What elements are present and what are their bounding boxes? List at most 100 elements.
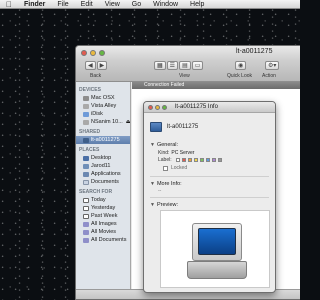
quicklook-label: Quick Look [227, 73, 253, 79]
action-label: Action [262, 73, 276, 79]
sidebar-item-label: Today [91, 197, 106, 203]
divider [150, 197, 269, 198]
general-section-toggle[interactable]: ▼ General: [144, 141, 275, 149]
label-none-swatch[interactable] [175, 157, 180, 162]
sidebar-item-all-documents[interactable]: All Documents [76, 236, 130, 244]
sidebar-item-label: Yesterday [91, 205, 116, 211]
label-swatch[interactable] [205, 157, 210, 162]
server-icon [150, 122, 162, 132]
sidebar-item-desktop[interactable]: Desktop [76, 154, 130, 162]
divider [150, 176, 269, 177]
clock-icon [83, 213, 89, 219]
sidebar-item-label: iDisk [91, 111, 103, 117]
info-header: lt-a0011275 [144, 113, 275, 141]
gear-icon[interactable]: ⚙▾ [265, 61, 280, 70]
clock-icon [83, 205, 89, 211]
monitor-screen [198, 228, 236, 255]
sidebar-header-places: PLACES [79, 147, 100, 153]
view-label: View [179, 73, 190, 79]
minimize-button[interactable] [155, 104, 160, 110]
general-label: General: [156, 142, 179, 148]
smart-folder-icon [83, 221, 89, 227]
sidebar-item-label: Vista Alley [91, 103, 117, 109]
forward-button[interactable]: ▶ [96, 61, 108, 70]
sidebar-item-documents[interactable]: Documents [76, 178, 130, 186]
eye-icon[interactable]: ◉ [235, 61, 247, 70]
menu-window[interactable]: Window [153, 1, 178, 8]
back-button[interactable]: ◀ [85, 61, 96, 70]
menu-edit[interactable]: Edit [81, 1, 93, 8]
label-swatch[interactable] [181, 157, 186, 162]
label-swatch[interactable] [187, 157, 192, 162]
menu-go[interactable]: Go [132, 1, 141, 8]
sidebar-item-applications[interactable]: Applications [76, 170, 130, 178]
sidebar-item-label: NSanim 10... [91, 119, 123, 125]
preview-section-toggle[interactable]: ▼ Preview: [144, 201, 275, 209]
menu-view[interactable]: View [105, 1, 120, 8]
zoom-button[interactable] [162, 104, 167, 110]
menu-help[interactable]: Help [190, 1, 204, 8]
sidebar-item-idisk[interactable]: iDisk [76, 110, 130, 118]
sidebar-item-past-week[interactable]: Past Week [76, 212, 130, 220]
back-label: Back [90, 73, 102, 79]
monitor-base [187, 261, 247, 279]
eject-icon[interactable]: ⏏ [126, 119, 130, 125]
applications-icon [83, 171, 89, 177]
action-group: ⚙▾ [265, 61, 280, 70]
minimize-button[interactable] [90, 50, 96, 56]
menu-file[interactable]: File [57, 1, 68, 8]
crt-monitor-icon [187, 221, 247, 283]
view-group: ▦ ☰ ▤ ▭ [154, 61, 204, 70]
sidebar-header-search: SEARCH FOR [79, 189, 113, 195]
kind-value: PC Server [171, 149, 195, 156]
disclosure-triangle-icon: ▼ [150, 181, 155, 187]
server-icon [83, 137, 89, 143]
label-swatch[interactable] [199, 157, 204, 162]
close-button[interactable] [81, 50, 87, 56]
sidebar-item-today[interactable]: Today [76, 196, 130, 204]
smart-folder-icon [83, 229, 89, 235]
sidebar-item-vista-alley[interactable]: Vista Alley [76, 102, 130, 110]
info-window: lt-a0011275 Info lt-a0011275 ▼ General: … [143, 101, 276, 293]
label-swatch[interactable] [211, 157, 216, 162]
monitor-bezel [192, 223, 242, 261]
label-swatch[interactable] [217, 157, 222, 162]
kind-row: Kind: PC Server [144, 149, 275, 156]
icon-view-button[interactable]: ▦ [154, 61, 166, 70]
preview-label: Preview: [156, 202, 179, 208]
sidebar-item-label: All Images [91, 221, 117, 227]
close-button[interactable] [148, 104, 153, 110]
list-view-button[interactable]: ☰ [166, 61, 179, 70]
sidebar-item-label: All Movies [91, 229, 117, 235]
sidebar-item-label: Past Week [91, 213, 118, 219]
locked-checkbox[interactable] [163, 165, 168, 171]
window-controls [81, 50, 105, 56]
sidebar-item-all-images[interactable]: All Images [76, 220, 130, 228]
sidebar-item-label: All Documents [91, 237, 127, 243]
sidebar-item-label: Desktop [91, 155, 112, 161]
disclosure-triangle-icon: ▼ [150, 142, 155, 148]
info-titlebar[interactable]: lt-a0011275 Info [144, 102, 275, 113]
column-view-button[interactable]: ▤ [179, 61, 191, 70]
sidebar-header-devices: DEVICES [79, 87, 101, 93]
sidebar-item-all-movies[interactable]: All Movies [76, 228, 130, 236]
label-key: Label: [158, 156, 172, 163]
apple-icon[interactable]:  [6, 0, 12, 9]
sidebar-item-mac-osx[interactable]: Mac OSX [76, 94, 130, 102]
sidebar-item-home[interactable]: Jarod11 [76, 162, 130, 170]
zoom-button[interactable] [99, 50, 105, 56]
coverflow-view-button[interactable]: ▭ [191, 61, 204, 70]
desktop-icon [83, 155, 89, 161]
sidebar-item-nsanim[interactable]: NSanim 10...⏏ [76, 118, 130, 126]
back-forward-group: ◀ ▶ [85, 61, 108, 70]
label-swatch[interactable] [193, 157, 198, 162]
sidebar-item-yesterday[interactable]: Yesterday [76, 204, 130, 212]
home-icon [83, 163, 89, 169]
finder-titlebar[interactable]: lt-a0011275 [76, 46, 300, 60]
disclosure-triangle-icon: ▼ [150, 202, 155, 208]
info-window-title: lt-a0011275 Info [175, 104, 218, 110]
menu-finder[interactable]: Finder [24, 1, 45, 8]
server-name: lt-a0011275 [167, 124, 199, 130]
more-info-section-toggle[interactable]: ▼ More Info: [144, 180, 275, 188]
sidebar-item-lt-a0011275[interactable]: lt-a0011275 [76, 136, 130, 144]
